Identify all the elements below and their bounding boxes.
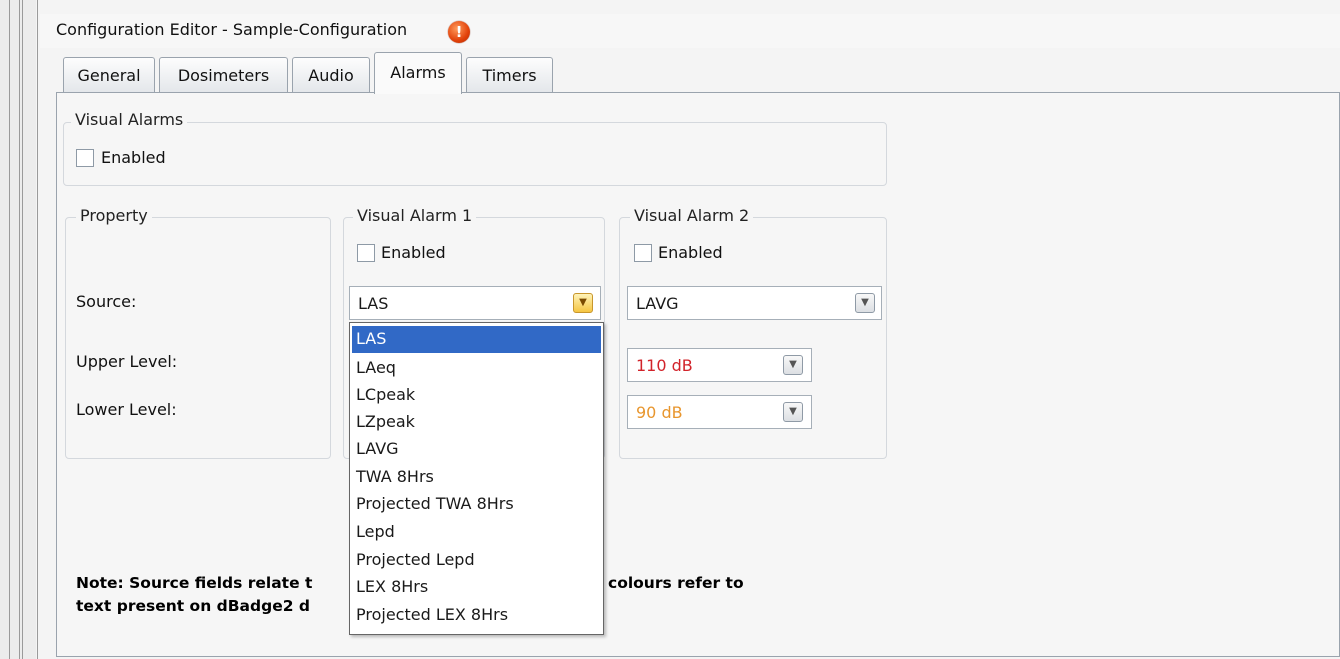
visual-alarm-1-source-select[interactable]: LAS ▼: [349, 286, 601, 320]
upper-level-label: Upper Level:: [76, 352, 178, 371]
visual-alarm-1-enabled-checkbox[interactable]: [357, 244, 375, 262]
visual-alarm-1-legend: Visual Alarm 1: [353, 206, 477, 225]
source-label: Source:: [76, 292, 137, 311]
lower-level-label: Lower Level:: [76, 400, 177, 419]
dropdown-option-twa-8hrs[interactable]: TWA 8Hrs: [352, 464, 601, 491]
visual-alarm-2-lower-select[interactable]: 90 dB ▼: [627, 395, 812, 429]
dropdown-option-laeq[interactable]: LAeq: [352, 355, 601, 382]
exclamation-icon[interactable]: !: [448, 21, 470, 43]
visual-alarms-group: [63, 122, 887, 186]
chevron-down-icon[interactable]: ▼: [783, 355, 803, 375]
dropdown-option-projected-twa-8hrs[interactable]: Projected TWA 8Hrs: [352, 491, 601, 518]
frame-line: [9, 0, 10, 659]
visual-alarm-1-source-value: LAS: [358, 294, 389, 313]
visual-alarm-2-enabled-checkbox[interactable]: [634, 244, 652, 262]
visual-alarm-2-legend: Visual Alarm 2: [630, 206, 754, 225]
dropdown-option-lzpeak[interactable]: LZpeak: [352, 409, 601, 436]
note-text-line1a: Note: Source fields relate t: [76, 574, 313, 592]
frame-line: [22, 0, 23, 659]
tab-timers[interactable]: Timers: [466, 57, 553, 93]
property-group: [65, 217, 331, 459]
dropdown-option-las[interactable]: LAS: [352, 326, 601, 353]
visual-alarm-2-source-select[interactable]: LAVG ▼: [627, 286, 882, 320]
chevron-down-icon[interactable]: ▼: [855, 293, 875, 313]
chevron-down-icon[interactable]: ▼: [573, 293, 593, 313]
frame-line: [19, 0, 20, 659]
window-title: Configuration Editor - Sample-Configurat…: [56, 20, 408, 39]
visual-alarms-enabled-label: Enabled: [101, 148, 166, 167]
property-legend: Property: [76, 206, 152, 225]
dropdown-option-lavg[interactable]: LAVG: [352, 436, 601, 463]
chevron-down-icon[interactable]: ▼: [783, 402, 803, 422]
dropdown-option-projected-lex-8hrs[interactable]: Projected LEX 8Hrs: [352, 602, 601, 629]
visual-alarm-2-upper-select[interactable]: 110 dB ▼: [627, 348, 812, 382]
dropdown-option-lex-8hrs[interactable]: LEX 8Hrs: [352, 574, 601, 601]
visual-alarms-legend: Visual Alarms: [71, 110, 188, 129]
note-text-line2: text present on dBadge2 d: [76, 597, 310, 615]
window-left-frame: [0, 0, 36, 659]
tab-audio[interactable]: Audio: [292, 57, 370, 93]
frame-line: [37, 0, 38, 659]
visual-alarm-2-upper-value: 110 dB: [636, 356, 693, 375]
dropdown-option-projected-lepd[interactable]: Projected Lepd: [352, 547, 601, 574]
dropdown-option-lcpeak[interactable]: LCpeak: [352, 382, 601, 409]
visual-alarm-2-enabled-label: Enabled: [658, 243, 723, 262]
dropdown-option-lepd[interactable]: Lepd: [352, 519, 601, 546]
tab-general[interactable]: General: [63, 57, 155, 93]
visual-alarm-2-source-value: LAVG: [636, 294, 679, 313]
tab-dosimeters[interactable]: Dosimeters: [159, 57, 288, 93]
title-bar: Configuration Editor - Sample-Configurat…: [40, 14, 1340, 48]
source-dropdown-list[interactable]: LAS LAeq LCpeak LZpeak LAVG TWA 8Hrs Pro…: [349, 322, 604, 635]
visual-alarm-2-lower-value: 90 dB: [636, 403, 683, 422]
visual-alarm-1-enabled-label: Enabled: [381, 243, 446, 262]
visual-alarms-enabled-checkbox[interactable]: [76, 149, 94, 167]
tab-alarms[interactable]: Alarms: [374, 52, 462, 94]
note-text-line1b: colours refer to: [608, 574, 744, 592]
